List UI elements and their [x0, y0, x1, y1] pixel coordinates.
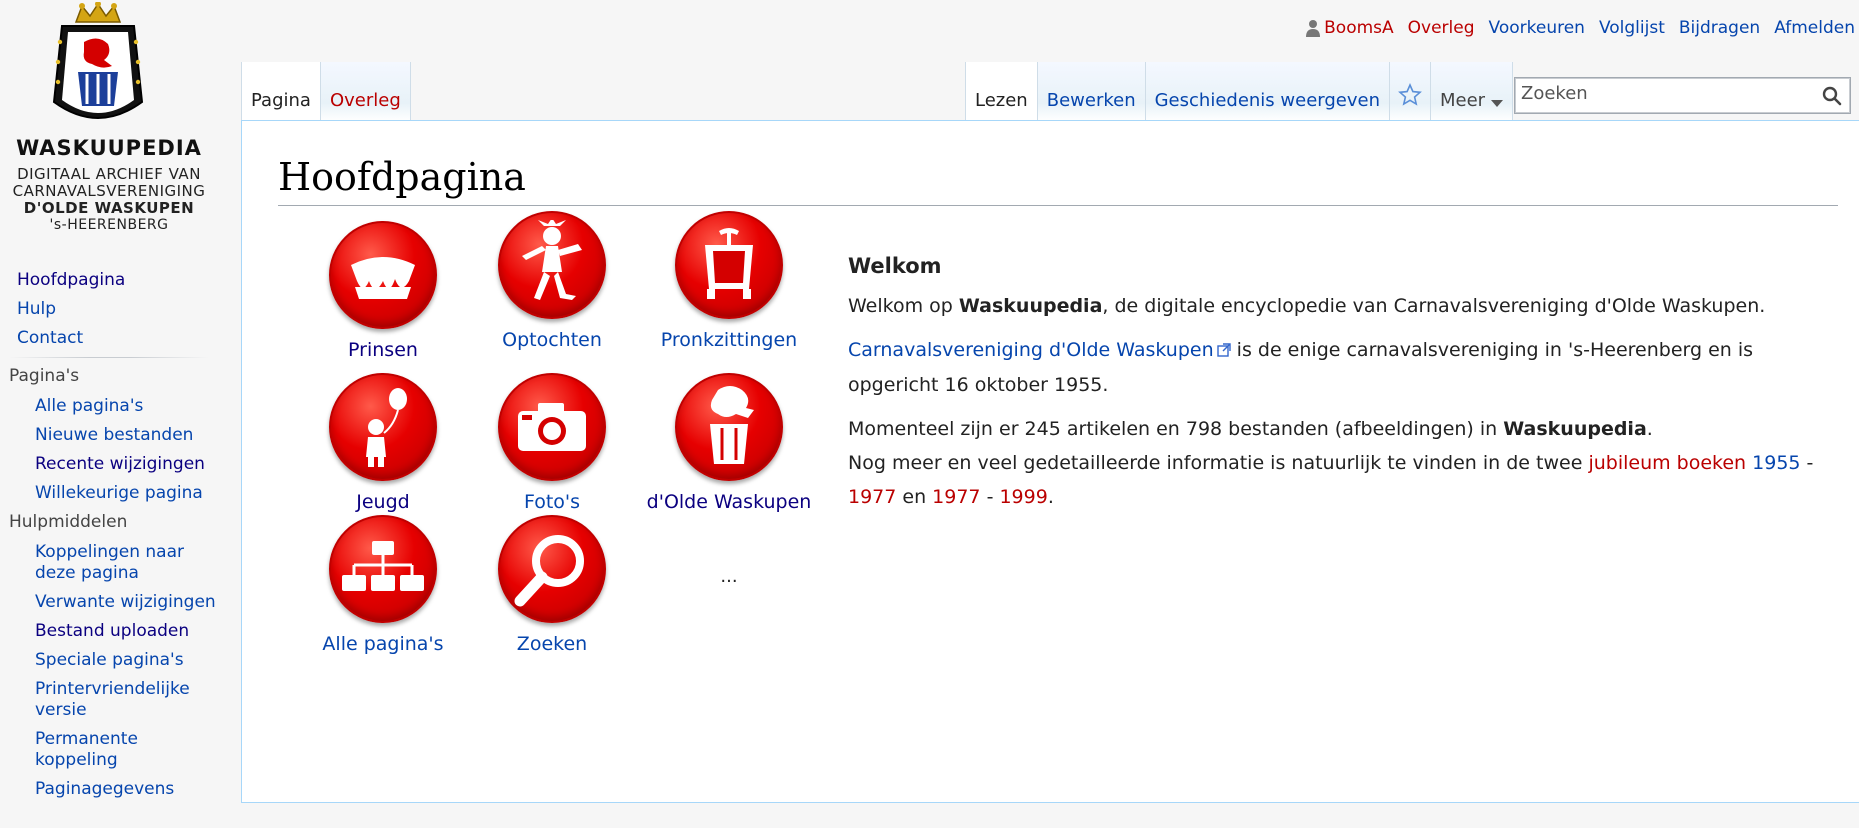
link-jubileum-boeken[interactable]: jubileum boeken: [1588, 452, 1746, 474]
sidebar-item-printervriendelijk[interactable]: Printervriendelijke versie: [35, 679, 190, 720]
star-icon: [1398, 83, 1422, 106]
grid-item-zoeken[interactable]: Zoeken: [467, 515, 637, 655]
sidebar-item-speciale-paginas[interactable]: Speciale pagina's: [35, 650, 184, 670]
logo-sub-line-1: DIGITAAL ARCHIEF VAN: [17, 165, 201, 183]
search-icon[interactable]: [1822, 86, 1842, 110]
sitemap-icon: [342, 541, 424, 591]
external-link-icon: [1216, 334, 1231, 368]
crest-logo-icon: [52, 2, 144, 119]
more-ellipsis: ...: [720, 566, 738, 587]
grid-label-prinsen[interactable]: Prinsen: [298, 339, 468, 361]
sidebar-navigation: Hoofdpagina Hulp Contact: [0, 270, 218, 349]
watch-star-button[interactable]: [1389, 62, 1430, 121]
sidebar-item-nieuwe-bestanden[interactable]: Nieuwe bestanden: [35, 425, 193, 445]
grid-item-pronkzittingen[interactable]: Pronkzittingen: [644, 211, 814, 351]
logout-link[interactable]: Afmelden: [1774, 18, 1855, 38]
jester-hat-icon: [351, 257, 415, 299]
more-menu-button[interactable]: Meer: [1430, 62, 1514, 121]
grid-item-optochten[interactable]: Optochten: [467, 211, 637, 351]
sidebar-tools-portal: Hulpmiddelen Koppelingen naar deze pagin…: [0, 512, 218, 800]
tab-talk[interactable]: Overleg: [319, 62, 411, 121]
welcome-heading: Welkom: [848, 254, 942, 278]
tab-page[interactable]: Pagina: [241, 62, 320, 121]
sidebar-item-willekeurige-pagina[interactable]: Willekeurige pagina: [35, 483, 203, 503]
sidebar-heading-tools: Hulpmiddelen: [9, 512, 128, 532]
grid-label-alle-paginas[interactable]: Alle pagina's: [298, 633, 468, 655]
grid-item-jeugd[interactable]: Jeugd: [298, 373, 468, 513]
user-talk-link[interactable]: Overleg: [1408, 18, 1475, 38]
magnifier-icon: [514, 535, 584, 607]
sidebar-item-recente-wijzigingen[interactable]: Recente wijzigingen: [35, 454, 205, 474]
grid-item-fotos[interactable]: Foto's: [467, 373, 637, 513]
tab-history[interactable]: Geschiedenis weergeven: [1144, 62, 1389, 121]
user-name-link[interactable]: BoomsA: [1324, 18, 1394, 38]
sidebar-pages-portal: Pagina's Alle pagina's Nieuwe bestanden …: [0, 366, 218, 504]
logo-title: WASKUUPEDIA: [16, 136, 202, 160]
grid-label-optochten[interactable]: Optochten: [467, 329, 637, 351]
grid-item-more: ...: [644, 565, 814, 587]
namespace-tabs: Pagina Overleg: [241, 62, 411, 121]
logo-subtitle: DIGITAAL ARCHIEF VAN CARNAVALSVERENIGING…: [0, 166, 218, 234]
chevron-down-icon: [1491, 100, 1504, 107]
view-tabs: Lezen Bewerken Geschiedenis weergeven Me…: [965, 62, 1514, 121]
welcome-paragraph-1: Welkom op Waskuupedia, de digitale encyc…: [848, 295, 1766, 317]
user-icon: [1306, 20, 1321, 37]
link-1977-a[interactable]: 1977: [848, 486, 896, 508]
tub-icon: [705, 228, 753, 299]
logo-sub-line-4: 's-HEERENBERG: [49, 217, 169, 233]
sidebar-item-contact[interactable]: Contact: [17, 328, 83, 348]
grid-label-pronkzittingen[interactable]: Pronkzittingen: [644, 329, 814, 351]
welcome-section: Welkom Welkom op Waskuupedia, de digital…: [848, 249, 1848, 524]
grid-item-olde-waskupen[interactable]: d'Olde Waskupen: [644, 373, 814, 513]
welcome-paragraph-2: Carnavalsvereniging d'Olde Waskupen is d…: [848, 333, 1848, 402]
camera-icon: [518, 403, 586, 451]
sidebar-divider: [9, 357, 209, 358]
grid-label-zoeken[interactable]: Zoeken: [467, 633, 637, 655]
link-1955[interactable]: 1955: [1752, 452, 1800, 474]
sidebar-item-permanente-koppeling[interactable]: Permanente koppeling: [35, 729, 138, 770]
sidebar-item-koppelingen[interactable]: Koppelingen naar deze pagina: [35, 542, 184, 583]
user-link[interactable]: BoomsA: [1306, 18, 1394, 38]
page-title: Hoofdpagina: [278, 155, 1838, 206]
site-logo[interactable]: WASKUUPEDIA DIGITAAL ARCHIEF VAN CARNAVA…: [0, 0, 240, 250]
link-1977-b[interactable]: 1977: [932, 486, 980, 508]
logo-sub-line-2: CARNAVALSVERENIGING: [12, 182, 206, 200]
search-input[interactable]: [1515, 78, 1850, 113]
contributions-link[interactable]: Bijdragen: [1679, 18, 1760, 38]
lion-tub-icon: [710, 386, 754, 464]
link-1999[interactable]: 1999: [999, 486, 1047, 508]
main-content: Hoofdpagina Prinsen Optochten Pronkzitti…: [241, 120, 1859, 803]
grid-label-olde-waskupen[interactable]: d'Olde Waskupen: [644, 491, 814, 513]
external-link-carnavalsvereniging[interactable]: Carnavalsvereniging d'Olde Waskupen: [848, 339, 1214, 361]
tab-edit[interactable]: Bewerken: [1036, 62, 1145, 121]
sidebar-item-paginagegevens[interactable]: Paginagegevens: [35, 779, 174, 799]
sidebar-heading-pages: Pagina's: [9, 366, 80, 386]
grid-label-jeugd[interactable]: Jeugd: [298, 491, 468, 513]
sidebar-item-alle-paginas[interactable]: Alle pagina's: [35, 396, 143, 416]
search-box: [1514, 77, 1851, 114]
personal-tools: BoomsA Overleg Voorkeuren Volglijst Bijd…: [1306, 16, 1855, 40]
logo-sub-line-3: D'OLDE WASKUPEN: [23, 199, 195, 217]
welcome-paragraph-3: Momenteel zijn er 245 artikelen en 798 b…: [848, 417, 1814, 508]
sidebar-item-bestand-uploaden[interactable]: Bestand uploaden: [35, 621, 189, 641]
dancing-jester-icon: [522, 220, 582, 300]
sidebar-item-hulp[interactable]: Hulp: [17, 299, 56, 319]
more-label: Meer: [1440, 90, 1486, 111]
grid-label-fotos[interactable]: Foto's: [467, 491, 637, 513]
tab-read[interactable]: Lezen: [965, 62, 1037, 121]
grid-item-alle-paginas[interactable]: Alle pagina's: [298, 515, 468, 655]
watchlist-link[interactable]: Volglijst: [1599, 18, 1665, 38]
grid-item-prinsen[interactable]: Prinsen: [298, 221, 468, 361]
sidebar-item-verwante-wijzigingen[interactable]: Verwante wijzigingen: [35, 592, 216, 612]
preferences-link[interactable]: Voorkeuren: [1489, 18, 1585, 38]
child-balloon-icon: [366, 388, 407, 467]
sidebar: Hoofdpagina Hulp Contact Pagina's Alle p…: [0, 270, 218, 808]
sidebar-item-hoofdpagina[interactable]: Hoofdpagina: [17, 270, 125, 290]
